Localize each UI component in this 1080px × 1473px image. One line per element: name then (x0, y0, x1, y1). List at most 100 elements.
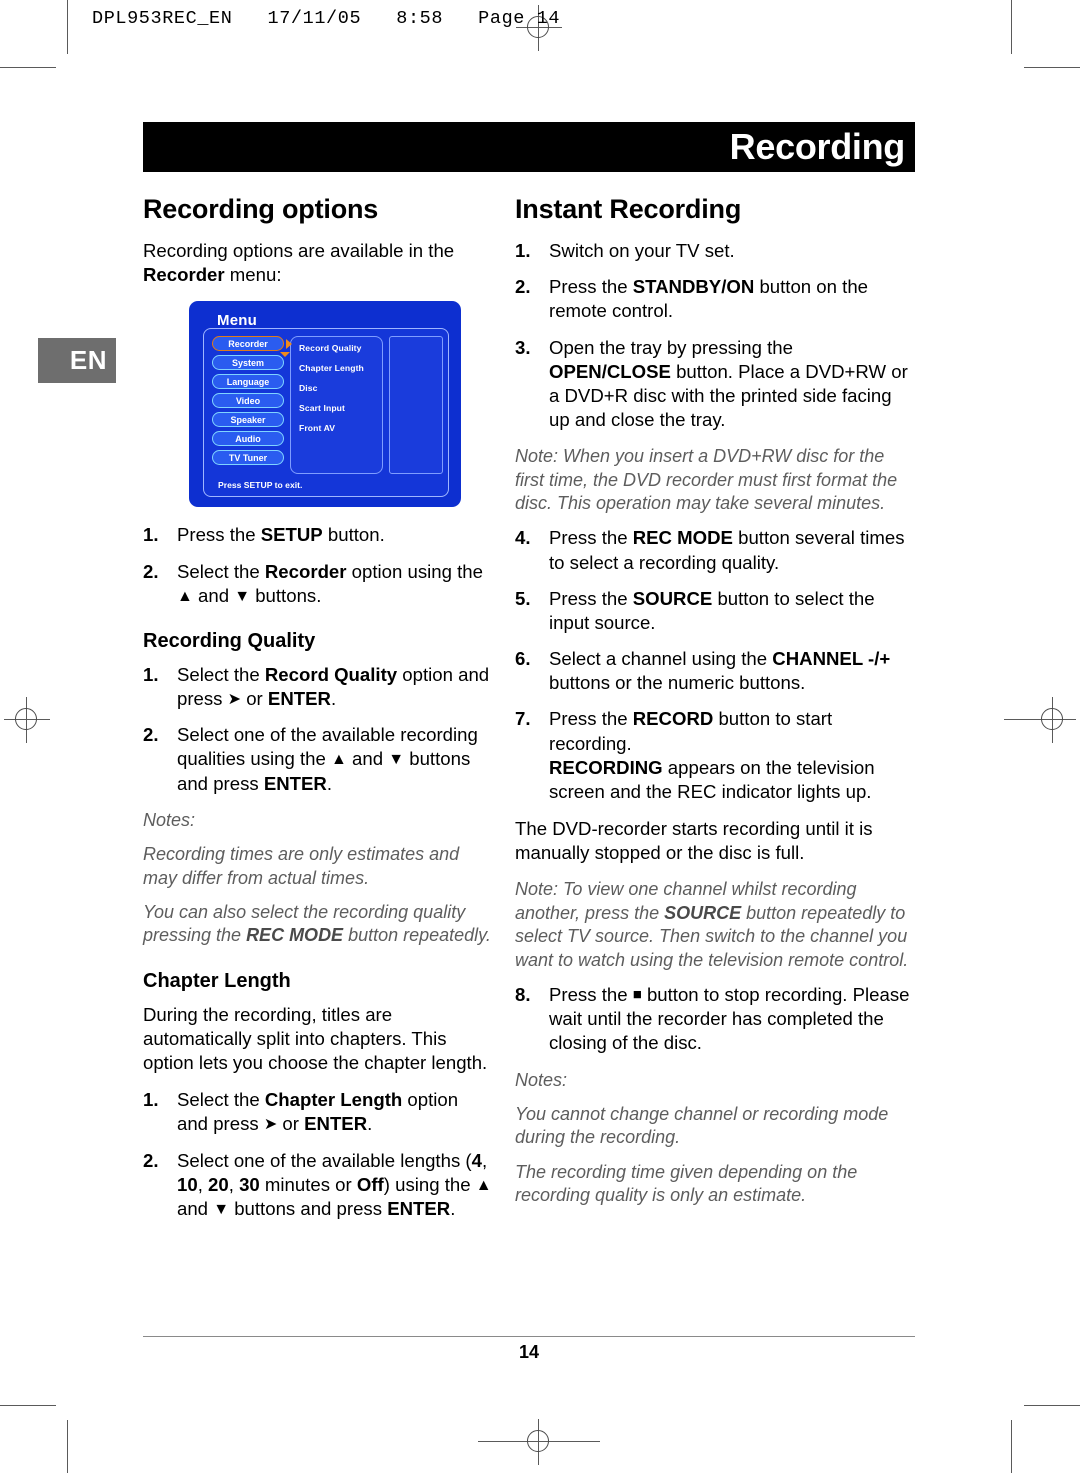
instant-recording-step-8: 8. Press the ■ button to stop recording. … (515, 983, 915, 1056)
subsection-recording-quality: Recording Quality (143, 629, 316, 652)
instant-recording-notes-label: Notes: (515, 1069, 568, 1090)
osd-category-list: Recorder System Language Video Speaker Audio T… (212, 336, 292, 474)
recording-quality-note-1: Recording times are only estimates and m… (143, 844, 460, 888)
section-title-recording-options: Recording options (143, 194, 379, 224)
step-text: , (228, 1173, 240, 1195)
instant-recording-steps-part2: 4. Press the REC MODE button several time… (515, 526, 915, 804)
step-bold-term: 10 (177, 1173, 198, 1195)
intro-text-bold: Recorder (143, 264, 225, 286)
direction-arrow-icon: ▼ (234, 587, 251, 605)
step-number: 3. (515, 336, 531, 358)
osd-category-language[interactable]: Language (212, 374, 284, 390)
step-bold-term: Recorder (264, 560, 347, 582)
step-text: . (330, 688, 337, 710)
view-note-bold: SOURCE (664, 902, 742, 923)
step-text: or (277, 1113, 305, 1135)
step-bold-term: RECORD (632, 708, 714, 730)
step-number: 4. (515, 527, 531, 549)
instant-recording-view-note: Note: To view one channel whilst recordi… (515, 878, 915, 972)
footer-rule (143, 1336, 915, 1337)
step-text: and (177, 1197, 214, 1219)
step-text: minutes or (259, 1173, 357, 1195)
step-text: . (367, 1113, 373, 1135)
trim-mark-top-right-horizontal (1024, 67, 1080, 69)
intro-text-part2: menu: (224, 264, 282, 286)
trim-mark-top-right-vertical (1011, 0, 1013, 54)
instant-recording-note-1: You cannot change channel or recording m… (515, 1103, 889, 1148)
osd-title: Menu (217, 312, 257, 330)
osd-category-speaker[interactable]: Speaker (212, 412, 284, 428)
step-text: Press the (549, 984, 633, 1005)
step-bold-term: SOURCE (632, 587, 713, 609)
osd-category-label: Audio (235, 433, 261, 444)
recording-quality-notes-label: Notes: (143, 809, 196, 830)
direction-arrow-icon: ▼ (388, 751, 405, 769)
direction-arrow-icon: ▲ (331, 751, 347, 769)
step-bold-term: OPEN/CLOSE (549, 360, 671, 382)
step-item: 2. Select the Recorder option using the ▲… (143, 560, 493, 608)
step-number: 2. (143, 724, 159, 746)
step-number: 5. (515, 587, 531, 609)
step-text: button. (322, 524, 385, 546)
step-bold-term: Chapter Length (264, 1089, 403, 1111)
step-item: 1. Switch on your TV set. (515, 239, 915, 263)
step-text: . (450, 1197, 456, 1219)
osd-option-record-quality[interactable]: Record Quality (299, 343, 382, 353)
direction-arrow-icon: ➤ (263, 1116, 278, 1134)
recording-options-steps: 1. Press the SETUP button. 2. Select the Re… (143, 523, 493, 608)
step-text: or (241, 688, 268, 710)
step-text: Switch on your TV set. (549, 240, 735, 261)
step-text: Select the (177, 1089, 265, 1111)
osd-category-tv-tuner[interactable]: TV Tuner (212, 450, 284, 466)
registration-mark-bottom (478, 1419, 600, 1465)
osd-option-chapter-length[interactable]: Chapter Length (299, 363, 382, 373)
step-item: 1. Press the SETUP button. (143, 523, 493, 547)
step-bold-term: Record Quality (264, 663, 398, 685)
step-text: Open the tray by pressing the (549, 336, 793, 358)
osd-category-label: System (231, 357, 265, 368)
step-number: 1. (515, 240, 531, 261)
osd-category-label: Recorder (228, 338, 268, 349)
registration-mark-right (1004, 697, 1076, 743)
step-text: buttons or the numeric buttons. (549, 672, 806, 694)
osd-option-scart-input[interactable]: Scart Input (299, 403, 382, 413)
step-text: Press the (549, 527, 633, 549)
osd-category-video[interactable]: Video (212, 393, 284, 409)
step-text: . (326, 772, 333, 794)
instant-recording-format-note: Note: When you insert a DVD+RW disc for … (515, 446, 898, 513)
osd-option-front-av[interactable]: Front AV (299, 423, 382, 433)
step-text: buttons. (250, 584, 322, 606)
direction-arrow-icon: ▲ (475, 1176, 492, 1194)
step-text: Press the (549, 276, 633, 298)
trim-mark-bottom-right-horizontal (1024, 1405, 1080, 1407)
trim-mark-bottom-left-vertical (67, 1420, 69, 1473)
language-tab-en: EN (38, 338, 116, 383)
osd-category-label: TV Tuner (228, 452, 268, 463)
osd-category-recorder[interactable]: Recorder (212, 336, 292, 358)
osd-category-system[interactable]: System (212, 355, 284, 371)
step-text: , (481, 1149, 488, 1171)
chapter-length-paragraph: During the recording, titles are automat… (143, 1003, 488, 1074)
step-item: 7. Press the RECORD button to start recor… (515, 707, 915, 804)
section-title-instant-recording: Instant Recording (515, 194, 742, 224)
step-number: 1. (143, 663, 159, 685)
instant-recording-steps-part1: 1. Switch on your TV set. 2. Press the STAN… (515, 239, 915, 432)
chapter-banner-title: Recording (729, 126, 906, 167)
osd-columns: Recorder System Language Video Speaker Audio T… (212, 336, 443, 475)
step-bold-term: RECORDING (549, 756, 663, 778)
step-item: 2. Select one of the available lengths (4… (143, 1149, 493, 1222)
intro-text-part1: Recording options are available in the (143, 240, 455, 261)
osd-panel: Recorder System Language Video Speaker Audio T… (203, 328, 449, 498)
step-item: 5. Press the SOURCE button to select the … (515, 587, 915, 635)
step-text: Press the (549, 708, 633, 730)
osd-category-label: Language (226, 376, 270, 387)
osd-option-disc[interactable]: Disc (299, 383, 382, 393)
step-text: Select a channel using the (549, 648, 773, 670)
step-bold-term: CHANNEL -/+ (772, 648, 891, 670)
step-text: Press the (177, 524, 261, 546)
step-text: option using the (346, 560, 483, 582)
osd-category-audio[interactable]: Audio (212, 431, 284, 447)
step-number: 2. (143, 1149, 159, 1171)
instant-recording-paragraph: The DVD-recorder starts recording until … (515, 818, 873, 864)
step-number: 2. (515, 276, 531, 298)
